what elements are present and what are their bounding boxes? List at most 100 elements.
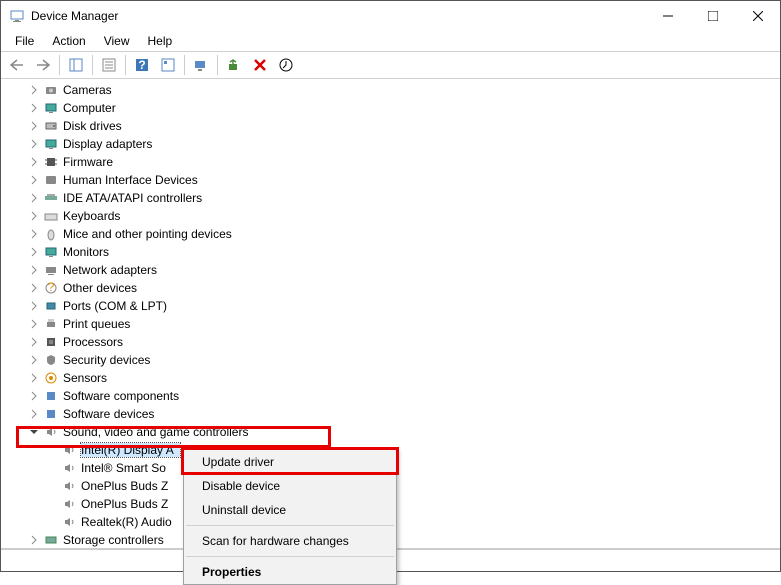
device-icon: ? <box>43 280 59 296</box>
tree-node[interactable]: Human Interface Devices <box>1 171 780 189</box>
device-label: Ports (COM & LPT) <box>63 299 173 313</box>
svg-text:?: ? <box>48 281 55 294</box>
chevron-right-icon[interactable] <box>27 371 41 385</box>
chevron-right-icon[interactable] <box>27 155 41 169</box>
tree-node[interactable]: Software components <box>1 387 780 405</box>
device-icon <box>43 370 59 386</box>
chevron-right-icon[interactable] <box>27 335 41 349</box>
device-label: Storage controllers <box>63 533 170 547</box>
help-button[interactable]: ? <box>130 53 154 77</box>
tree-node[interactable]: Monitors <box>1 243 780 261</box>
tree-node[interactable]: ?Other devices <box>1 279 780 297</box>
chevron-right-icon[interactable] <box>27 299 41 313</box>
menu-help[interactable]: Help <box>140 32 181 50</box>
tree-node[interactable]: Security devices <box>1 351 780 369</box>
device-icon <box>43 208 59 224</box>
uninstall-device-button[interactable] <box>248 53 272 77</box>
device-label: Sensors <box>63 371 113 385</box>
minimize-button[interactable] <box>645 1 690 31</box>
device-label: IDE ATA/ATAPI controllers <box>63 191 208 205</box>
tree-node[interactable]: Disk drives <box>1 117 780 135</box>
device-icon <box>43 316 59 332</box>
chevron-right-icon[interactable] <box>27 173 41 187</box>
tree-node[interactable]: Print queues <box>1 315 780 333</box>
tree-node[interactable]: Software devices <box>1 405 780 423</box>
tree-node[interactable]: Keyboards <box>1 207 780 225</box>
chevron-right-icon[interactable] <box>27 227 41 241</box>
tree-node[interactable]: Cameras <box>1 81 780 99</box>
device-manager-window: Device Manager File Action View Help ? C… <box>0 0 781 572</box>
view-devices-button[interactable] <box>156 53 180 77</box>
ctx-properties[interactable]: Properties <box>184 560 396 584</box>
device-icon <box>43 298 59 314</box>
chevron-down-icon[interactable] <box>27 425 41 439</box>
chevron-right-icon[interactable] <box>27 533 41 547</box>
device-icon <box>43 190 59 206</box>
menubar: File Action View Help <box>1 31 780 51</box>
chevron-right-icon[interactable] <box>27 137 41 151</box>
ctx-scan-hardware[interactable]: Scan for hardware changes <box>184 529 396 553</box>
device-icon <box>61 514 77 530</box>
chevron-right-icon[interactable] <box>27 389 41 403</box>
properties-button[interactable] <box>97 53 121 77</box>
tree-node[interactable]: Display adapters <box>1 135 780 153</box>
device-label: Disk drives <box>63 119 128 133</box>
device-icon <box>43 532 59 548</box>
chevron-right-icon[interactable] <box>27 83 41 97</box>
chevron-right-icon[interactable] <box>27 263 41 277</box>
scan-hardware-button[interactable] <box>189 53 213 77</box>
menu-action[interactable]: Action <box>44 32 93 50</box>
forward-button[interactable] <box>31 53 55 77</box>
no-expand <box>45 515 59 529</box>
tree-node[interactable]: Sensors <box>1 369 780 387</box>
chevron-right-icon[interactable] <box>27 281 41 295</box>
chevron-right-icon[interactable] <box>27 245 41 259</box>
menu-view[interactable]: View <box>96 32 138 50</box>
chevron-right-icon[interactable] <box>27 191 41 205</box>
device-label: Cameras <box>63 83 118 97</box>
device-label: Monitors <box>63 245 115 259</box>
show-hide-tree-button[interactable] <box>64 53 88 77</box>
device-label: Realtek(R) Audio <box>81 515 178 529</box>
menu-file[interactable]: File <box>7 32 42 50</box>
close-button[interactable] <box>735 1 780 31</box>
chevron-right-icon[interactable] <box>27 407 41 421</box>
device-icon <box>43 406 59 422</box>
tree-node[interactable]: Ports (COM & LPT) <box>1 297 780 315</box>
chevron-right-icon[interactable] <box>27 119 41 133</box>
maximize-button[interactable] <box>690 1 735 31</box>
tree-node[interactable]: Mice and other pointing devices <box>1 225 780 243</box>
update-driver-button[interactable] <box>274 53 298 77</box>
device-label: Display adapters <box>63 137 158 151</box>
tree-node[interactable]: Processors <box>1 333 780 351</box>
device-icon <box>43 154 59 170</box>
ctx-update-driver[interactable]: Update driver <box>184 450 396 474</box>
tree-node[interactable]: Firmware <box>1 153 780 171</box>
tree-node[interactable]: Computer <box>1 99 780 117</box>
device-label: Firmware <box>63 155 119 169</box>
chevron-right-icon[interactable] <box>27 209 41 223</box>
chevron-right-icon[interactable] <box>27 101 41 115</box>
ctx-disable-device[interactable]: Disable device <box>184 474 396 498</box>
device-label: OnePlus Buds Z <box>81 497 174 511</box>
device-label: Computer <box>63 101 122 115</box>
device-label: Software devices <box>63 407 160 421</box>
no-expand <box>45 479 59 493</box>
device-label: Processors <box>63 335 129 349</box>
no-expand <box>45 497 59 511</box>
chevron-right-icon[interactable] <box>27 353 41 367</box>
window-title: Device Manager <box>31 9 645 23</box>
tree-node[interactable]: IDE ATA/ATAPI controllers <box>1 189 780 207</box>
ctx-uninstall-device[interactable]: Uninstall device <box>184 498 396 522</box>
device-icon <box>43 244 59 260</box>
enable-device-button[interactable] <box>222 53 246 77</box>
device-icon <box>43 118 59 134</box>
chevron-right-icon[interactable] <box>27 317 41 331</box>
tree-node[interactable]: Sound, video and game controllers <box>1 423 780 441</box>
device-label: Sound, video and game controllers <box>63 425 254 439</box>
device-icon <box>43 172 59 188</box>
device-icon <box>61 460 77 476</box>
back-button[interactable] <box>5 53 29 77</box>
no-expand <box>45 443 59 457</box>
tree-node[interactable]: Network adapters <box>1 261 780 279</box>
